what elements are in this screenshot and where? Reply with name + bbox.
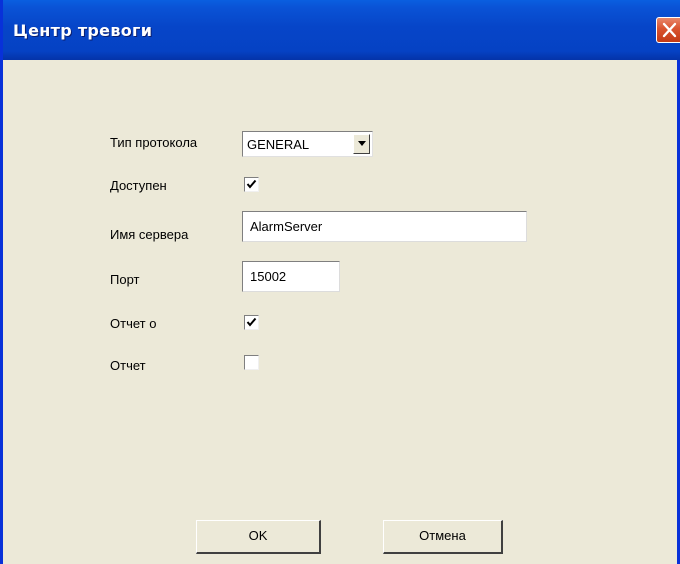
server-name-value: AlarmServer [250,219,323,234]
enabled-label: Доступен [110,178,167,193]
alarm-center-dialog: Центр тревоги Тип протокола GENERAL Дост… [0,0,680,564]
report-checkbox[interactable] [244,355,259,370]
chevron-down-icon [358,141,366,146]
port-field[interactable]: 15002 [242,261,340,292]
report-on-label: Отчет о [110,316,157,331]
report-label: Отчет [110,358,146,373]
cancel-button[interactable]: Отмена [383,520,503,554]
enabled-checkbox[interactable] [244,177,259,192]
port-value: 15002 [250,269,287,284]
window-title: Центр тревоги [13,21,153,40]
close-button[interactable] [656,17,680,43]
checkmark-icon [246,317,257,327]
protocol-type-label: Тип протокола [110,135,198,150]
protocol-type-value: GENERAL [247,137,310,152]
close-icon [662,22,677,38]
protocol-type-select[interactable]: GENERAL [242,131,373,157]
server-name-field[interactable]: AlarmServer [242,211,527,242]
protocol-type-dropdown-button[interactable] [353,134,370,154]
checkmark-icon [246,179,257,189]
report-on-checkbox[interactable] [244,315,259,330]
port-label: Порт [110,272,140,287]
title-bar[interactable]: Центр тревоги [3,0,680,60]
server-name-label: Имя сервера [110,227,189,242]
ok-button[interactable]: OK [196,520,321,554]
